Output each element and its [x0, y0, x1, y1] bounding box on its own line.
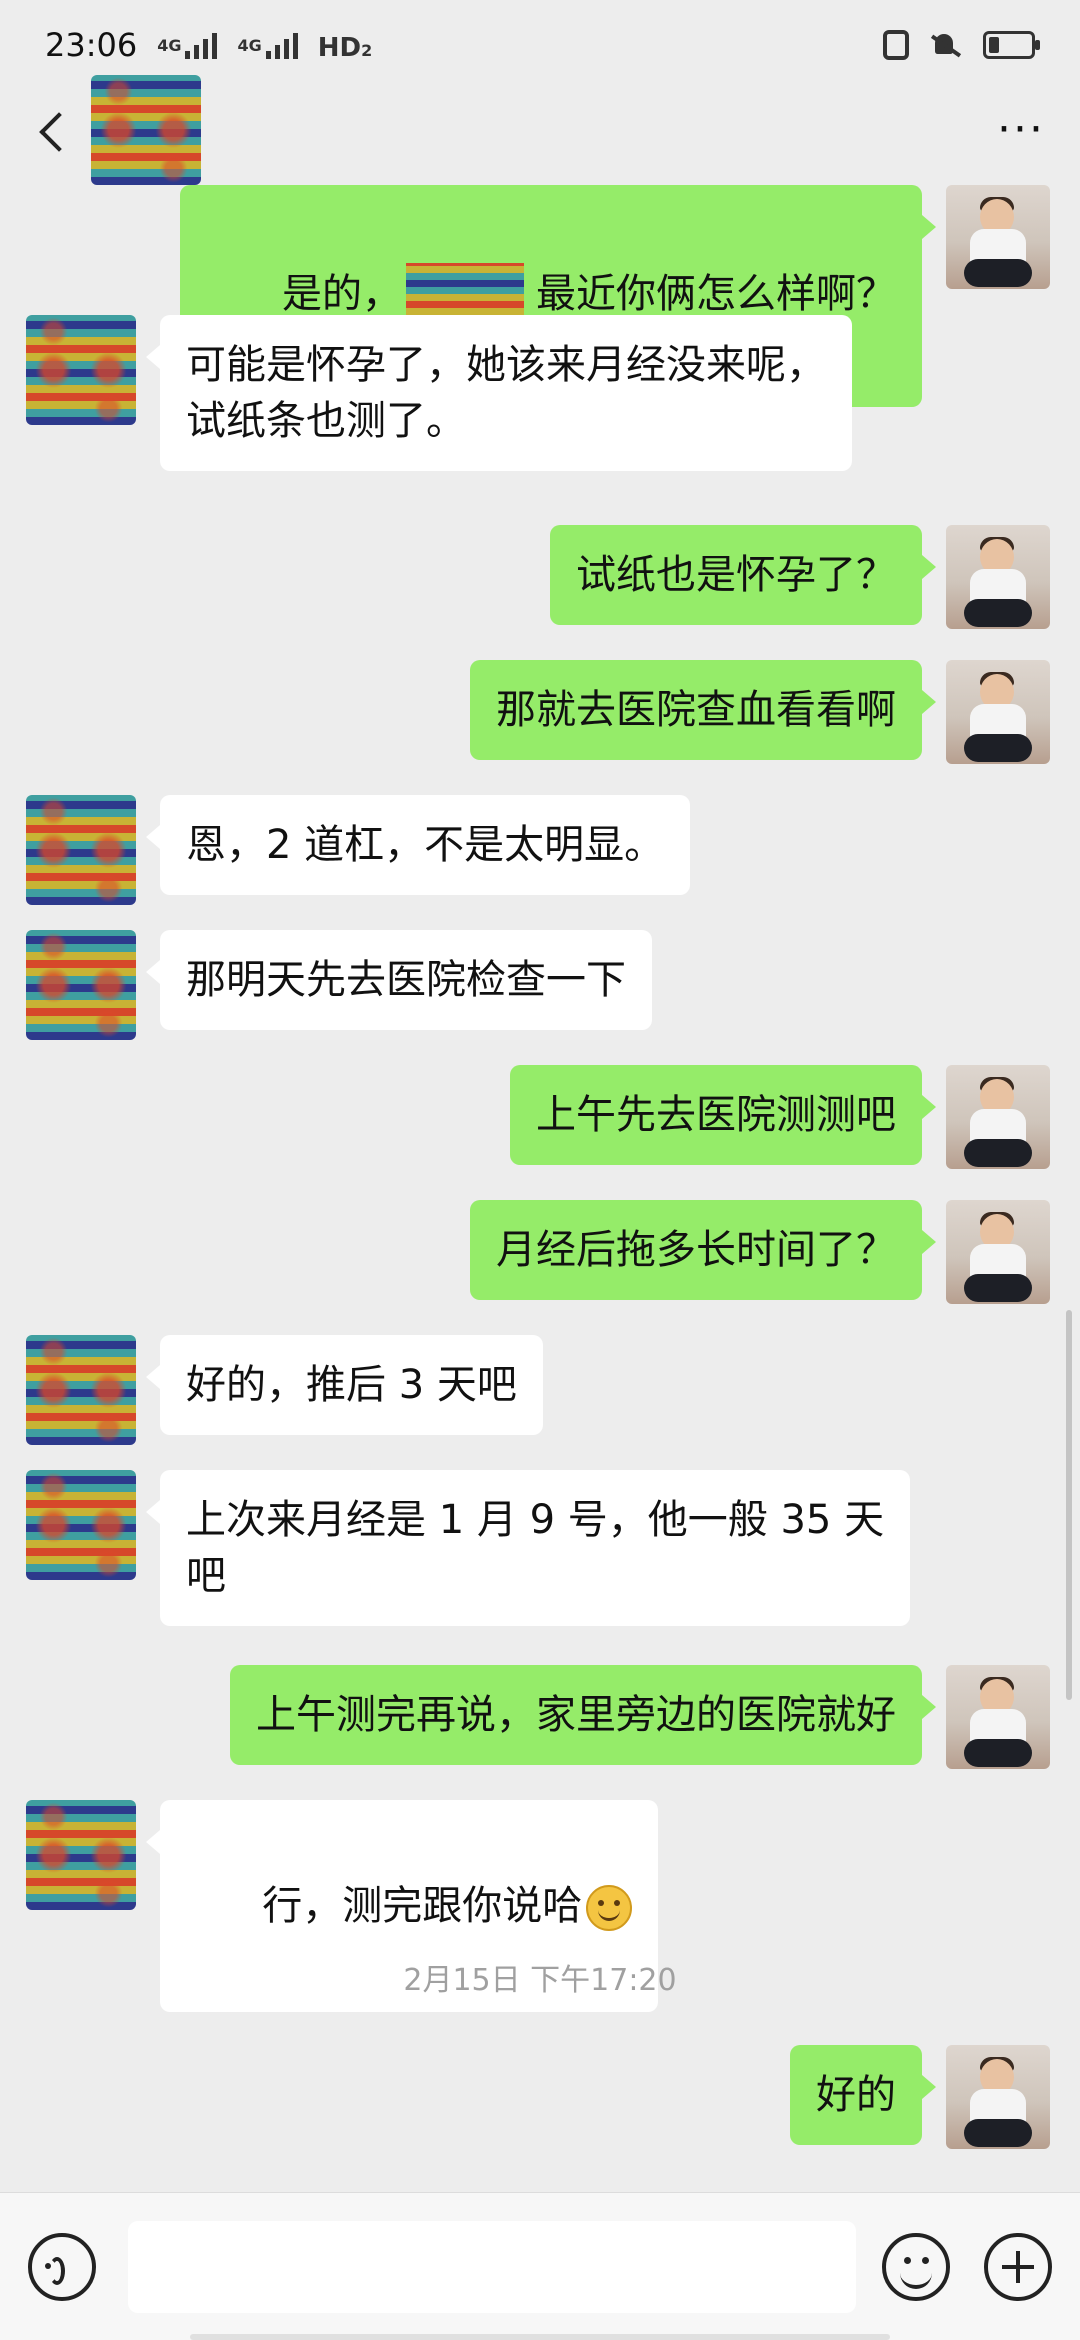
message-row: 好的，推后 3 天吧 [0, 1335, 1080, 1445]
message-row: 那明天先去医院检查一下 [0, 930, 1080, 1040]
my-avatar[interactable] [946, 660, 1050, 764]
status-right [883, 30, 1040, 60]
contact-avatar[interactable] [26, 315, 136, 425]
message-text: 最近你俩怎么样啊？ [536, 271, 896, 317]
contact-avatar[interactable] [26, 1800, 136, 1910]
contact-avatar[interactable] [26, 795, 136, 905]
plus-icon[interactable] [984, 2233, 1052, 2301]
smiley-icon[interactable] [882, 2233, 950, 2301]
sent-message-bubble[interactable]: 好的 [790, 2045, 936, 2145]
signal-4g-2: 4G [237, 31, 298, 59]
home-indicator [190, 2334, 890, 2340]
message-row: 恩，2 道杠，不是太明显。 [0, 795, 1080, 905]
received-message-bubble[interactable]: 好的，推后 3 天吧 [146, 1335, 543, 1435]
message-text: 行，测完跟你说哈 [262, 1883, 583, 1929]
received-message-bubble[interactable]: 那明天先去医院检查一下 [146, 930, 652, 1030]
battery-icon [983, 31, 1040, 59]
message-row: 上午先去医院测测吧 [0, 1065, 1080, 1169]
contact-avatar[interactable] [26, 1470, 136, 1580]
received-message-bubble[interactable]: 上次来月经是 1 月 9 号，他一般 35 天 吧 [145, 1470, 911, 1626]
input-bar [0, 2192, 1080, 2340]
smile-emoji-icon [586, 1885, 633, 1931]
message-row: 可能是怀孕了，她该来月经没来呢， 试纸条也测了。 [0, 315, 1080, 471]
message-row: 月经后拖多长时间了？ [0, 1200, 1080, 1304]
received-message-bubble[interactable]: 可能是怀孕了，她该来月经没来呢， 试纸条也测了。 [146, 315, 852, 471]
signal-bars-icon [265, 31, 298, 59]
signal-bars-icon [185, 31, 218, 59]
contact-avatar[interactable] [26, 1335, 136, 1445]
my-avatar[interactable] [946, 525, 1050, 629]
contact-name-redacted [91, 75, 201, 185]
my-avatar[interactable] [946, 1200, 1050, 1304]
message-input[interactable] [128, 2221, 856, 2313]
hd-label: HD [317, 33, 362, 63]
signal-4g-1: 4G [157, 31, 218, 59]
received-message-bubble[interactable]: 恩，2 道杠，不是太明显。 [145, 795, 691, 895]
hd-indicator: HD2 [318, 26, 374, 64]
message-row: 试纸也是怀孕了？ [0, 525, 1080, 629]
voice-icon[interactable] [28, 2233, 96, 2301]
network-label-1: 4G [157, 35, 182, 55]
more-options-icon[interactable]: ··· [997, 108, 1045, 152]
clock-time: 23:06 [45, 26, 138, 64]
message-timestamp: 2月15日 下午17:20 [403, 1963, 677, 1998]
nfc-icon [883, 30, 909, 60]
sent-message-bubble[interactable]: 那就去医院查血看看啊 [470, 660, 936, 760]
message-row: 上午测完再说，家里旁边的医院就好 [0, 1665, 1080, 1769]
sent-message-bubble[interactable]: 上午测完再说，家里旁边的医院就好 [230, 1665, 936, 1765]
mute-icon [929, 30, 963, 60]
message-row: 好的 [0, 2045, 1080, 2149]
my-avatar[interactable] [946, 1065, 1050, 1169]
my-avatar[interactable] [946, 2045, 1050, 2149]
hd-sub-label: 2 [361, 41, 373, 60]
message-row: 那就去医院查血看看啊 [0, 660, 1080, 764]
contact-avatar[interactable] [26, 930, 136, 1040]
scrollbar[interactable] [1066, 1310, 1072, 1700]
message-text: 是的， [282, 271, 402, 317]
my-avatar[interactable] [946, 185, 1050, 289]
sent-message-bubble[interactable]: 试纸也是怀孕了？ [550, 525, 936, 625]
my-avatar[interactable] [946, 1665, 1050, 1769]
chat-header: ··· [0, 75, 1080, 185]
network-label-2: 4G [237, 35, 262, 55]
sent-message-bubble[interactable]: 上午先去医院测测吧 [510, 1065, 936, 1165]
status-left: 23:06 4G 4G HD2 [45, 26, 374, 64]
message-row: 上次来月经是 1 月 9 号，他一般 35 天 吧 [0, 1470, 1080, 1626]
sent-message-bubble[interactable]: 月经后拖多长时间了？ [470, 1200, 936, 1300]
back-icon[interactable] [35, 112, 71, 148]
